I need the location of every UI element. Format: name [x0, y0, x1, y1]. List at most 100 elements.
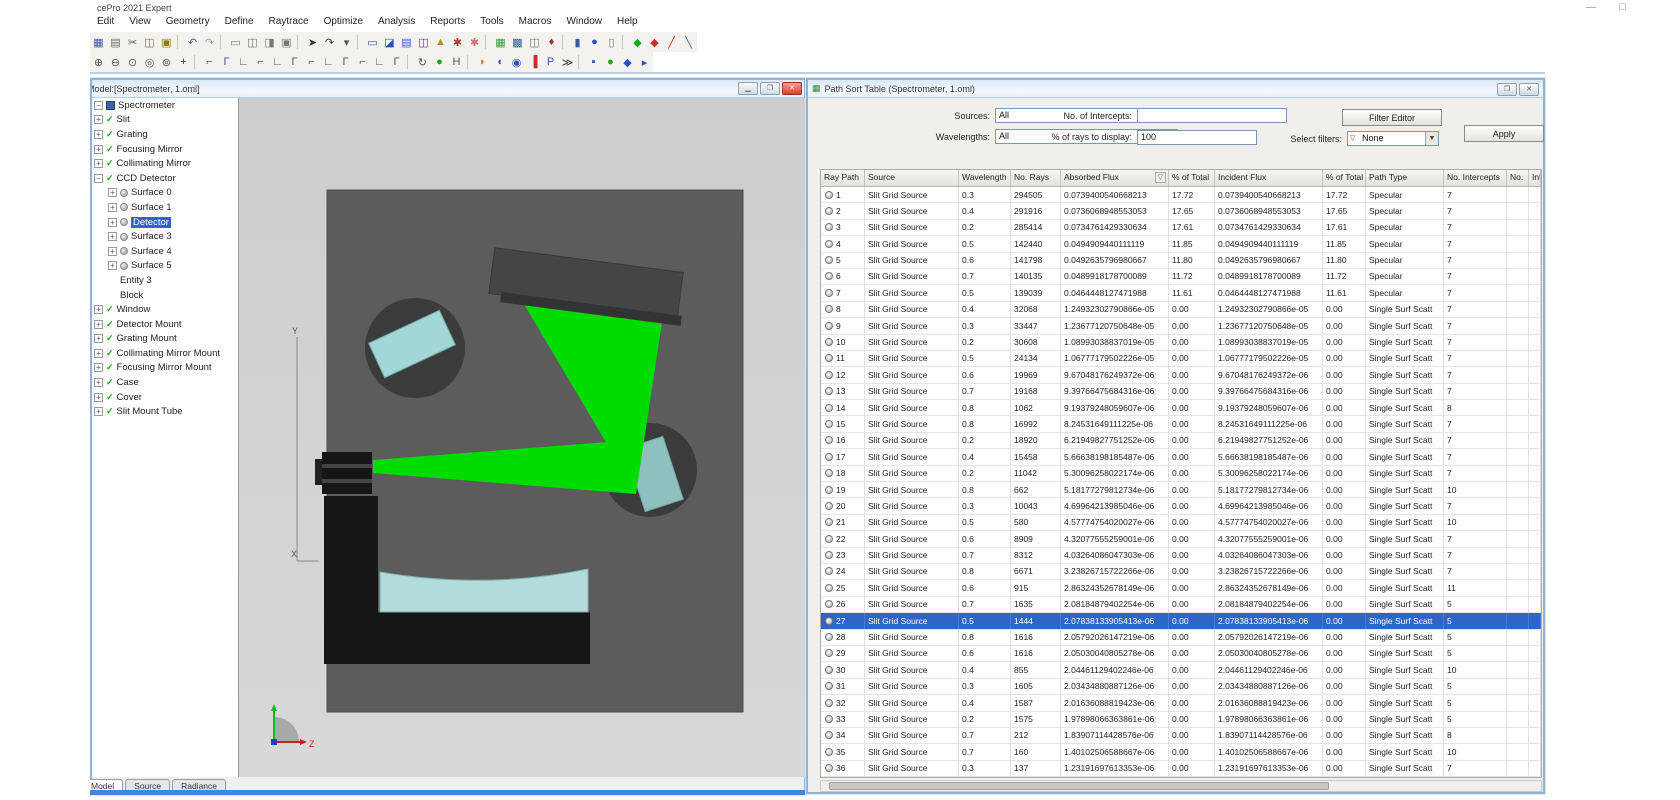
table-row[interactable]: 19 Slit Grid Source 0.8 662 5.18177279812734… [821, 482, 1541, 499]
expand-toggle-icon[interactable]: + [108, 261, 117, 271]
window-blue-icon[interactable]: ▭ [364, 34, 381, 50]
flag-red-icon[interactable]: ◆ [646, 34, 663, 50]
tree-item-case[interactable]: + ✓ Case [92, 375, 238, 390]
profile-icon-6[interactable]: Γ [286, 54, 303, 70]
zoom-out-icon[interactable]: ⊖ [107, 54, 124, 70]
table-row[interactable]: 3 Slit Grid Source 0.2 285414 0.073476142933… [821, 219, 1541, 237]
menu-tools[interactable]: Tools [480, 16, 503, 27]
table-row[interactable]: 25 Slit Grid Source 0.6 915 2.86324352678149… [821, 580, 1541, 597]
swatch-play-icon[interactable]: ▸ [636, 54, 653, 70]
tree-item-collimating-mirror-mount[interactable]: + ✓ Collimating Mirror Mount [92, 346, 238, 361]
visible-check-icon[interactable]: ✓ [106, 304, 114, 315]
table-row[interactable]: 36 Slit Grid Source 0.3 137 1.23191697613353… [821, 760, 1541, 778]
swatch-diamond-icon[interactable]: ◆ [619, 54, 636, 70]
rays-display-input[interactable]: 100 [1137, 130, 1257, 145]
table-row[interactable]: 11 Slit Grid Source 0.5 24134 1.067771795022… [821, 350, 1541, 368]
paste-icon[interactable]: ▣ [158, 34, 175, 50]
orbit-icon[interactable]: ↷ [321, 34, 338, 50]
table-row[interactable]: 17 Slit Grid Source 0.4 15458 5.666381981854… [821, 449, 1541, 466]
menu-define[interactable]: Define [225, 16, 254, 27]
intercepts-input[interactable] [1137, 108, 1287, 123]
visible-check-icon[interactable]: ✓ [106, 406, 114, 417]
table-row[interactable]: 21 Slit Grid Source 0.5 580 4.57774754020027… [821, 514, 1541, 532]
column-header-no-intercepts[interactable]: No. Intercepts [1444, 170, 1507, 186]
tree-item-surface-1[interactable]: + Surface 1 [92, 200, 238, 215]
visible-check-icon[interactable]: ✓ [106, 333, 114, 344]
view-solid-icon[interactable]: ▭ [227, 34, 244, 50]
go-green-icon[interactable]: ● [431, 54, 448, 70]
slit-assembly[interactable] [322, 452, 372, 494]
expand-toggle-icon[interactable]: + [108, 217, 117, 227]
model-window-titlebar[interactable]: Model:[Spectrometer, 1.oml] [92, 80, 804, 98]
swatch-blue-icon[interactable]: ▪ [585, 54, 602, 70]
column-header-no-rays[interactable]: No. Rays [1011, 170, 1061, 186]
menu-window[interactable]: Window [566, 16, 602, 27]
visible-check-icon[interactable]: ✓ [106, 158, 114, 169]
flag-green-icon[interactable]: ◆ [629, 34, 646, 50]
bar-icon[interactable]: ▮ [569, 34, 586, 50]
frame-icon[interactable]: ▯ [603, 34, 620, 50]
tree-item-cover[interactable]: + ✓ Cover [92, 390, 238, 405]
tree-item-slit-mount-tube[interactable]: + ✓ Slit Mount Tube [92, 404, 238, 419]
visible-check-icon[interactable]: ✓ [106, 144, 114, 155]
table-row[interactable]: 16 Slit Grid Source 0.2 18920 6.219498277512… [821, 432, 1541, 450]
table-row[interactable]: 1 Slit Grid Source 0.3 294505 0.073940054066… [821, 187, 1541, 204]
tree-item-slit[interactable]: + ✓ Slit [92, 113, 238, 128]
view-hidden-icon[interactable]: ◨ [261, 34, 278, 50]
window-split-icon[interactable]: ◪ [381, 34, 398, 50]
zoom-all-icon[interactable]: ◎ [141, 54, 158, 70]
ray-red-icon[interactable]: ╱ [663, 34, 680, 50]
expand-toggle-icon[interactable]: + [94, 159, 103, 169]
column-header-int[interactable]: Int [1529, 170, 1541, 186]
tree-item-surface-0[interactable]: + Surface 0 [92, 186, 238, 201]
tree-item-window[interactable]: + ✓ Window [92, 302, 238, 317]
visible-check-icon[interactable]: ✓ [106, 348, 114, 359]
model-minimize-button[interactable]: ▁ [738, 82, 758, 95]
model-close-button[interactable]: ✕ [782, 82, 802, 95]
table-row[interactable]: 30 Slit Grid Source 0.4 855 2.04461129402246… [821, 662, 1541, 679]
table-blue-icon[interactable]: ▤ [398, 34, 415, 50]
visible-check-icon[interactable]: ✓ [106, 114, 114, 125]
chart-icon[interactable]: ▲ [432, 34, 449, 50]
menu-analysis[interactable]: Analysis [378, 16, 415, 27]
tree-item-grating-mount[interactable]: + ✓ Grating Mount [92, 332, 238, 347]
table-row[interactable]: 6 Slit Grid Source 0.7 140135 0.048991817870… [821, 268, 1541, 286]
column-header--of-total[interactable]: % of Total [1169, 170, 1215, 186]
table-row[interactable]: 20 Slit Grid Source 0.3 10043 4.699642139850… [821, 498, 1541, 515]
profile-icon-9[interactable]: Γ [337, 54, 354, 70]
expand-toggle-icon[interactable]: + [94, 129, 103, 139]
profile-icon-1[interactable]: ⌐ [201, 54, 218, 70]
menu-reports[interactable]: Reports [430, 16, 465, 27]
expand-toggle-icon[interactable]: + [94, 407, 103, 417]
redo-icon[interactable]: ↷ [201, 34, 218, 50]
column-header-no-[interactable]: No. [1507, 170, 1529, 186]
tree-item-detector-mount[interactable]: + ✓ Detector Mount [92, 317, 238, 332]
cut-icon[interactable]: ✂ [124, 34, 141, 50]
column-header-absorbed-flux[interactable]: Absorbed Flux ▽ [1061, 170, 1169, 186]
profile-icon-10[interactable]: ⌐ [354, 54, 371, 70]
expand-toggle-icon[interactable]: + [94, 319, 103, 329]
profile-icon-5[interactable]: ∟ [269, 54, 286, 70]
expand-toggle-icon[interactable]: + [108, 202, 117, 212]
menu-geometry[interactable]: Geometry [166, 16, 210, 27]
expand-toggle-icon[interactable]: + [94, 378, 103, 388]
note-icon[interactable]: ♦ [543, 34, 560, 50]
table-row[interactable]: 34 Slit Grid Source 0.7 212 1.83907114428576… [821, 727, 1541, 745]
table-row[interactable]: 26 Slit Grid Source 0.7 1635 2.0818487940225… [821, 596, 1541, 614]
sphere-icon[interactable]: ◉ [508, 54, 525, 70]
filter-editor-button[interactable]: Filter Editor [1342, 109, 1442, 126]
zoom-window-icon[interactable]: ⊙ [124, 54, 141, 70]
undo-icon[interactable]: ↶ [184, 34, 201, 50]
tree-item-surface-4[interactable]: + Surface 4 [92, 244, 238, 259]
visible-check-icon[interactable]: ✓ [106, 392, 114, 403]
tree-item-detector[interactable]: + Detector [92, 215, 238, 230]
copy-icon[interactable]: ◫ [141, 34, 158, 50]
table-row[interactable]: 27 Slit Grid Source 0.5 1444 2.0783813390541… [821, 613, 1541, 630]
profile-icon-11[interactable]: ∟ [371, 54, 388, 70]
measure-icon[interactable]: ▾ [338, 34, 355, 50]
table-row[interactable]: 14 Slit Grid Source 0.8 1062 9.1937924805960… [821, 400, 1541, 417]
menu-raytrace[interactable]: Raytrace [269, 16, 309, 27]
minimize-button[interactable]: — [1586, 2, 1596, 13]
table-row[interactable]: 28 Slit Grid Source 0.8 1616 2.0579202614721… [821, 629, 1541, 646]
table-row[interactable]: 10 Slit Grid Source 0.2 30608 1.089930388370… [821, 334, 1541, 351]
